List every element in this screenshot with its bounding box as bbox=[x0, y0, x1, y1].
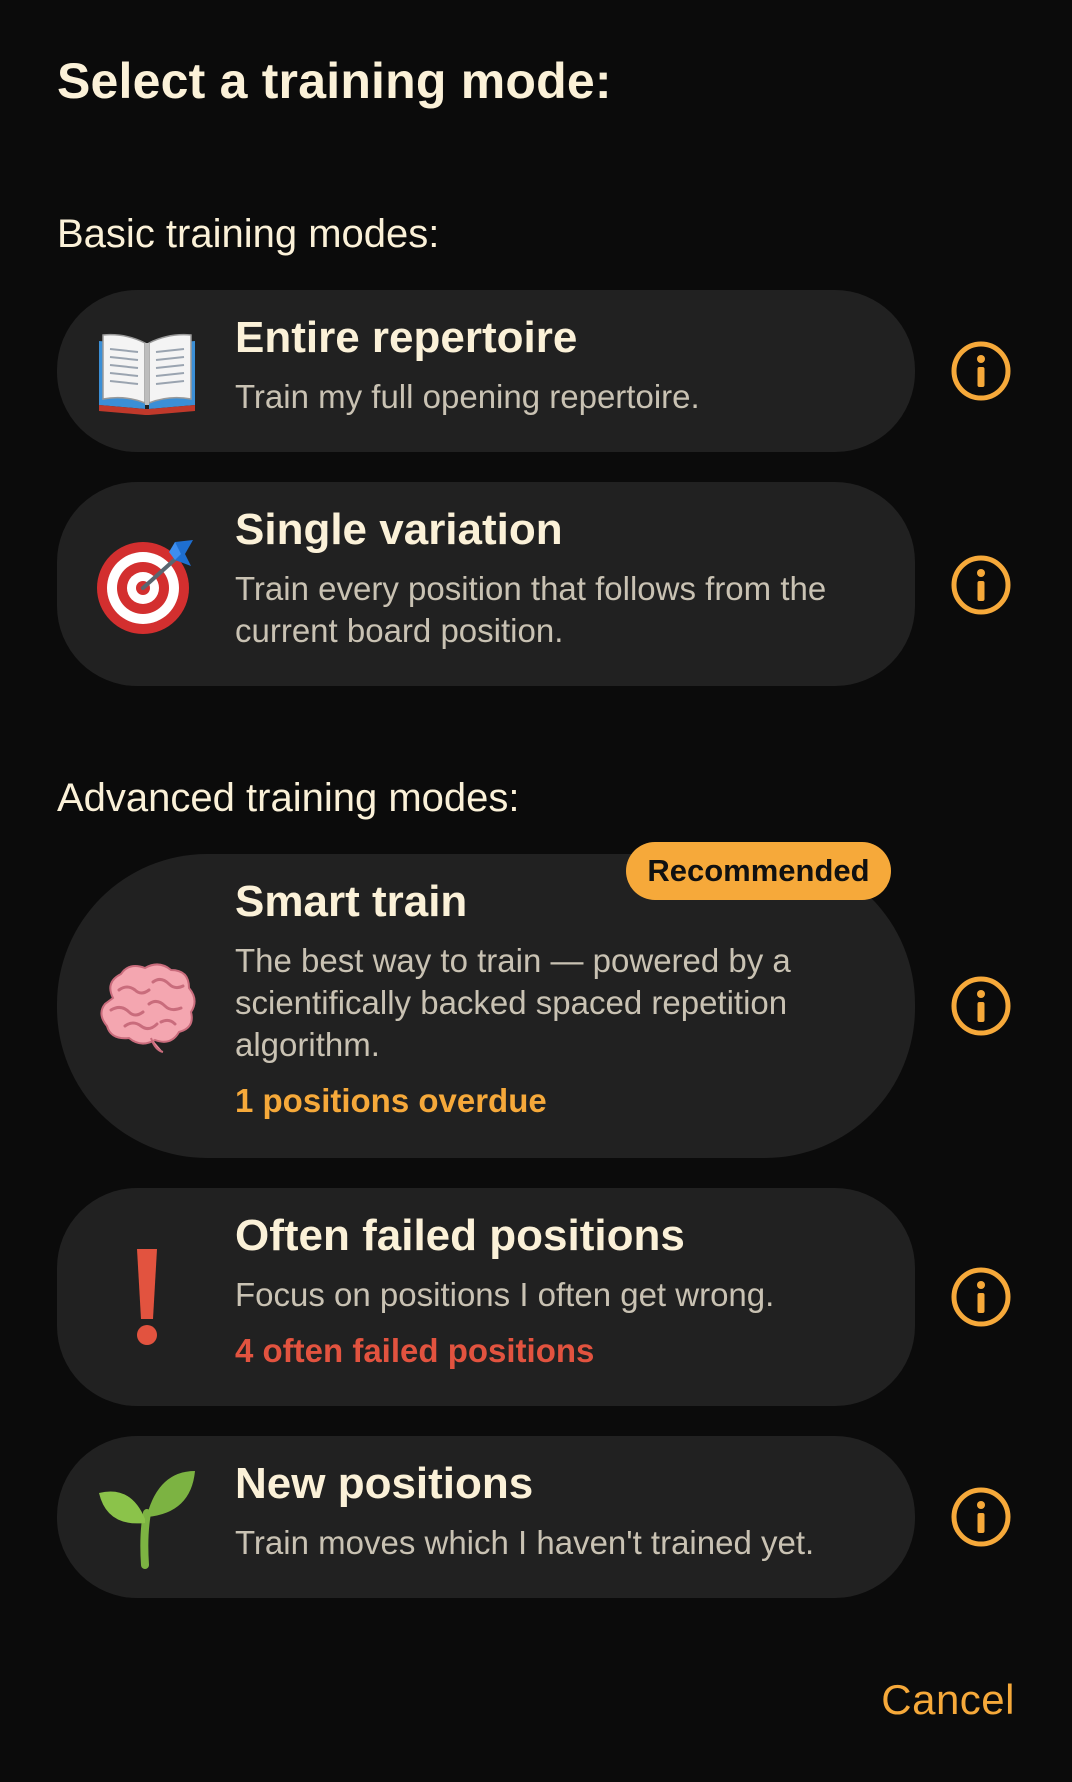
single-variation-description: Train every position that follows from t… bbox=[235, 570, 827, 649]
entire-repertoire-title: Entire repertoire bbox=[235, 313, 578, 362]
new-positions-description: Train moves which I haven't trained yet. bbox=[235, 1524, 815, 1561]
brain-icon bbox=[100, 963, 196, 1053]
advanced-section-heading: Advanced training modes: bbox=[57, 776, 520, 820]
training-mode-dialog: Select a training mode: Basic training m… bbox=[0, 0, 1072, 1782]
smart-train-description: The best way to train — powered by a sci… bbox=[235, 942, 791, 1063]
target-dart-icon bbox=[97, 540, 193, 634]
open-book-icon bbox=[99, 333, 195, 415]
new-positions-title: New positions bbox=[235, 1459, 534, 1508]
often-failed-description: Focus on positions I often get wrong. bbox=[235, 1276, 775, 1313]
often-failed-info-icon[interactable] bbox=[950, 1266, 1012, 1328]
entire-repertoire-description: Train my full opening repertoire. bbox=[235, 378, 700, 415]
new-positions-info-icon[interactable] bbox=[950, 1486, 1012, 1548]
dialog-title: Select a training mode: bbox=[57, 53, 612, 109]
smart-train-info-icon[interactable] bbox=[950, 975, 1012, 1037]
single-variation-title: Single variation bbox=[235, 505, 563, 554]
basic-section-heading: Basic training modes: bbox=[57, 212, 440, 256]
overdue-count: 1 positions overdue bbox=[235, 1082, 547, 1119]
seedling-icon bbox=[99, 1471, 195, 1569]
single-variation-info-icon[interactable] bbox=[950, 554, 1012, 616]
often-failed-count: 4 often failed positions bbox=[235, 1332, 595, 1369]
often-failed-title: Often failed positions bbox=[235, 1211, 685, 1260]
exclamation-icon bbox=[137, 1249, 157, 1345]
recommended-badge: Recommended bbox=[626, 842, 891, 900]
entire-repertoire-card[interactable]: Entire repertoire Train my full opening … bbox=[57, 290, 915, 452]
new-positions-card[interactable]: New positions Train moves which I haven'… bbox=[57, 1436, 915, 1598]
single-variation-card[interactable]: Single variation Train every position th… bbox=[57, 482, 915, 686]
often-failed-card[interactable]: Often failed positions Focus on position… bbox=[57, 1188, 915, 1406]
entire-repertoire-info-icon[interactable] bbox=[950, 340, 1012, 402]
cancel-button[interactable]: Cancel bbox=[881, 1676, 1015, 1724]
